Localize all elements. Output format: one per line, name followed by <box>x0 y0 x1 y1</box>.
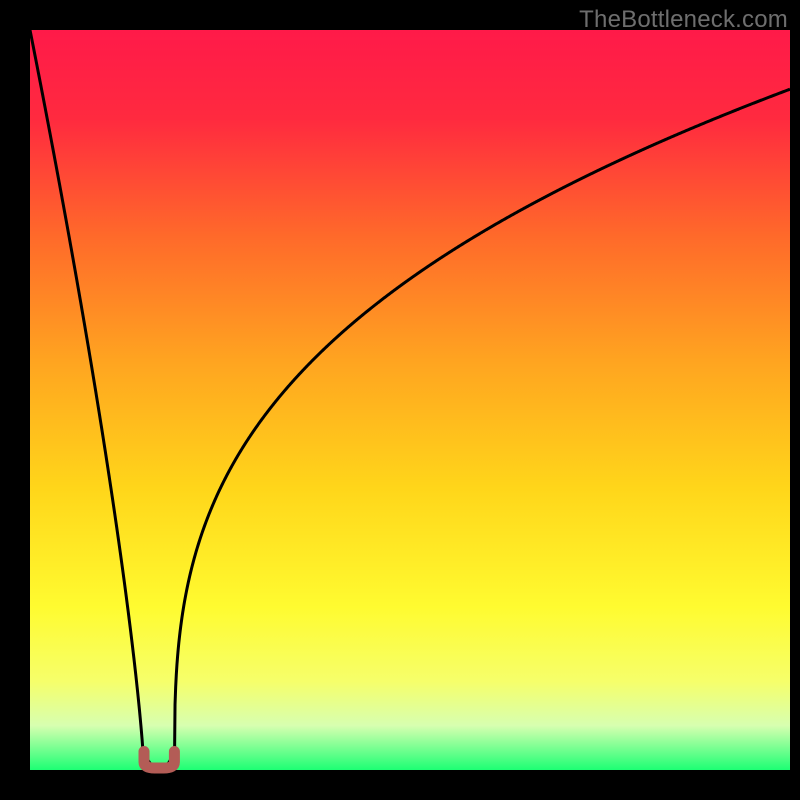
bottleneck-chart <box>0 0 800 800</box>
chart-stage: TheBottleneck.com <box>0 0 800 800</box>
chart-background <box>30 30 790 770</box>
